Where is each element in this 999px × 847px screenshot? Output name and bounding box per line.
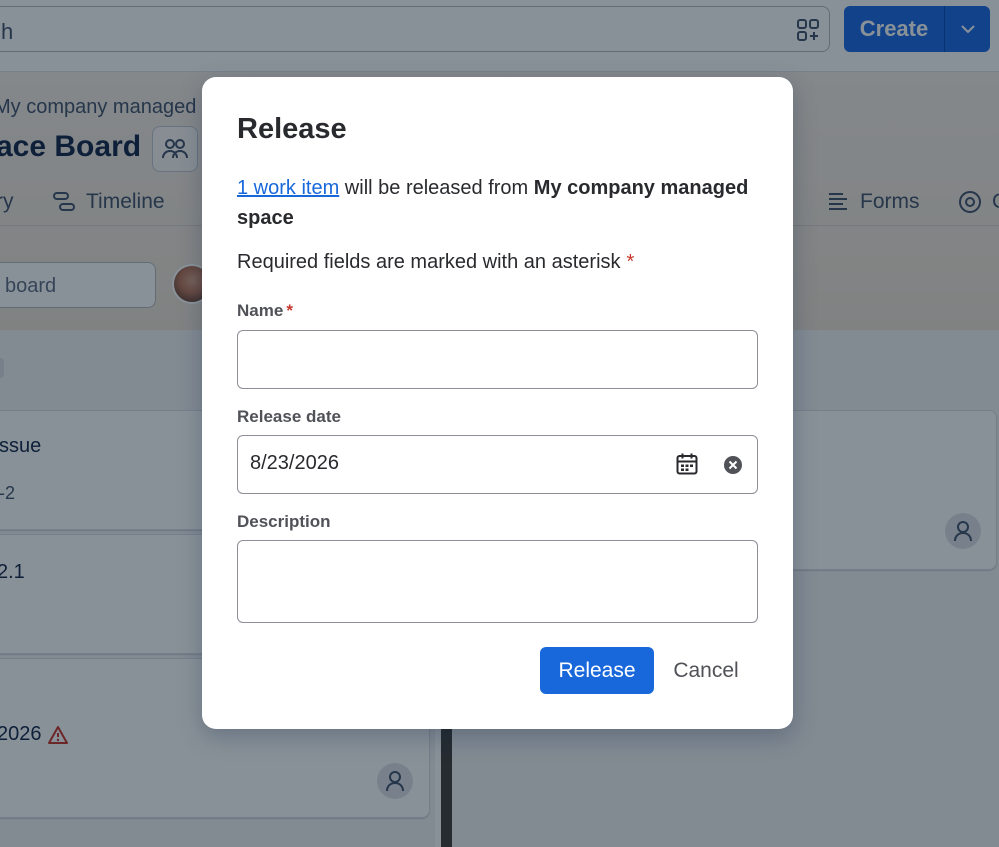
description-textarea[interactable] [237,540,758,623]
release-date-label: Release date [237,407,341,426]
release-date-value: 8/23/2026 [250,452,339,474]
release-date-input[interactable]: 8/23/2026 [237,435,758,494]
clear-icon[interactable] [723,455,743,475]
name-label-text: Name [237,301,284,320]
release-button[interactable]: Release [540,647,654,694]
modal-description: 1 work item will be released from My com… [237,173,757,233]
release-modal: Release 1 work item will be released fro… [202,77,793,729]
required-note-text: Required fields are marked with an aster… [237,251,621,273]
desc-text: will be released from [339,177,534,199]
cancel-button[interactable]: Cancel [660,647,752,694]
calendar-icon[interactable] [675,452,699,476]
name-label: Name * [237,301,293,321]
required-note: Required fields are marked with an aster… [237,251,634,274]
description-label: Description [237,512,331,531]
name-input[interactable] [237,330,758,389]
required-asterisk: * [626,251,635,273]
modal-title: Release [237,113,347,145]
work-item-link[interactable]: 1 work item [237,177,339,199]
required-asterisk: * [286,301,293,320]
